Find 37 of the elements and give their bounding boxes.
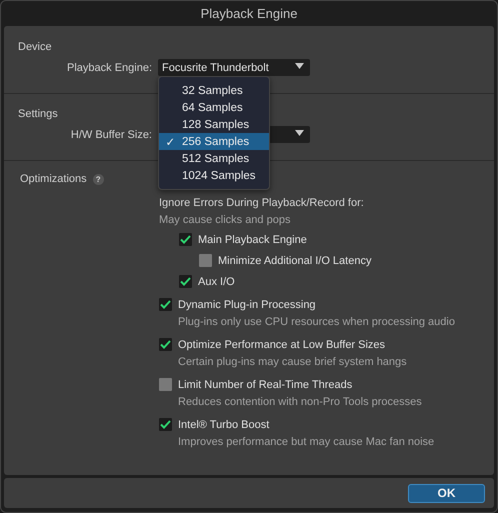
window-title: Playback Engine: [200, 6, 298, 21]
group-title: Ignore Errors During Playback/Record for:: [159, 197, 364, 209]
checkbox[interactable]: [159, 338, 172, 351]
checkbox-label: Main Playback Engine: [198, 234, 307, 246]
menu-item[interactable]: 128 Samples: [159, 116, 269, 133]
checkbox-label: Limit Number of Real-Time Threads: [178, 378, 352, 390]
field-label: Playback Engine:: [66, 62, 153, 74]
section-heading: Settings: [18, 108, 58, 120]
checkbox[interactable]: [179, 275, 192, 288]
checkbox-label: Aux I/O: [198, 276, 235, 288]
section-heading: Optimizations: [20, 173, 87, 185]
checkbox[interactable]: [159, 378, 172, 391]
option-description: Improves performance but may cause Mac fan noise: [177, 436, 434, 448]
checkbox[interactable]: [159, 418, 172, 431]
menu-item[interactable]: 1024 Samples: [159, 167, 269, 184]
checkbox[interactable]: [199, 254, 212, 267]
menu-item[interactable]: 64 Samples: [159, 99, 269, 116]
caret-icon: [295, 130, 304, 136]
option-description: Reduces contention with non-Pro Tools processes: [177, 396, 422, 408]
checkbox-label: Optimize Performance at Low Buffer Sizes: [178, 338, 386, 350]
option-description: Certain plug-ins may cause brief system hangs: [177, 356, 407, 368]
ok-button[interactable]: OK: [408, 484, 485, 502]
checkbox-label: Minimize Additional I/O Latency: [218, 254, 372, 266]
section-heading: Device: [18, 41, 52, 53]
option-description: Plug-ins only use CPU resources when processing audio: [177, 316, 455, 328]
checkbox[interactable]: [179, 233, 192, 246]
checkbox-label: Dynamic Plug-in Processing: [178, 298, 316, 310]
group-note: May cause clicks and pops: [159, 214, 290, 226]
caret-icon: [295, 63, 304, 69]
menu-item[interactable]: 32 Samples: [159, 82, 269, 99]
checkbox[interactable]: [159, 298, 172, 311]
playback-engine-select[interactable]: Focusrite Thunderbolt: [158, 59, 310, 76]
checkbox-label: Intel® Turbo Boost: [178, 418, 270, 430]
menu-item[interactable]: ✓ 256 Samples: [159, 133, 269, 150]
help-button[interactable]: ?: [92, 174, 104, 184]
menu-item[interactable]: 512 Samples: [159, 150, 269, 167]
field-label: H/W Buffer Size:: [70, 128, 153, 140]
